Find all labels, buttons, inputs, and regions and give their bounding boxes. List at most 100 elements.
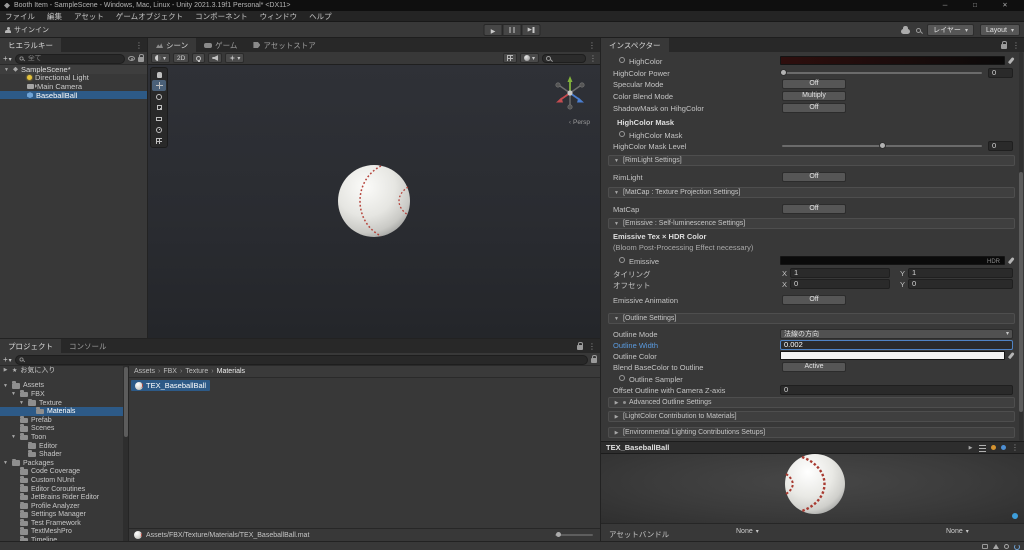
outline-section-foldout[interactable]: [Outline Settings] [608, 313, 1015, 324]
folder-row-custom-nunit[interactable]: Custom NUnit [0, 476, 123, 485]
baseball-object[interactable] [337, 164, 411, 238]
advanced-outline-foldout[interactable]: Advanced Outline Settings [608, 397, 1015, 408]
blend-basecolor-button[interactable]: Active [782, 361, 846, 372]
menu-component[interactable]: コンポーネント [195, 11, 248, 22]
tab-asset-store[interactable]: アセットストア [245, 38, 323, 52]
specular-mode-button[interactable]: Off [782, 78, 846, 89]
project-search-input[interactable] [14, 354, 588, 365]
offset-outline-field[interactable]: 0 [780, 384, 1013, 395]
lock-icon[interactable] [591, 355, 597, 363]
close-button[interactable]: ✕ [990, 0, 1020, 11]
expander-icon[interactable] [3, 65, 10, 74]
texture-picker-icon[interactable] [619, 257, 625, 263]
hierarchy-scene-row[interactable]: SampleScene* [0, 65, 147, 74]
effects-dropdown[interactable] [225, 53, 245, 63]
scene-lighting-button[interactable] [192, 53, 206, 63]
menu-edit[interactable]: 編集 [47, 11, 62, 22]
transform-tool-button[interactable] [152, 124, 166, 135]
lock-icon[interactable] [1001, 41, 1007, 49]
folder-row-toon[interactable]: Toon [0, 433, 123, 442]
tiling-y-field[interactable]: 1 [908, 267, 1013, 278]
scene-audio-button[interactable] [208, 53, 223, 63]
rimlight-section-foldout[interactable]: [RimLight Settings] [608, 155, 1015, 166]
folder-row-scenes[interactable]: Scenes [0, 424, 123, 434]
favorites-row[interactable]: お気に入り [0, 366, 123, 375]
asset-bundle-dropdown[interactable]: None [736, 528, 759, 535]
menu-icon[interactable] [1012, 41, 1020, 50]
projection-label[interactable]: Persp [569, 119, 590, 126]
folder-row-fbx[interactable]: FBX [0, 390, 123, 399]
expander-icon[interactable] [967, 443, 974, 452]
cloud-services-icon[interactable] [901, 26, 911, 34]
expander-icon[interactable] [2, 459, 9, 467]
folder-row-editor-coroutines[interactable]: Editor Coroutines [0, 484, 123, 494]
add-gameobject-button[interactable]: + [3, 54, 12, 63]
orientation-gizmo[interactable] [548, 71, 592, 115]
highcolor-swatch[interactable] [780, 56, 1005, 65]
expander-icon[interactable] [10, 433, 17, 441]
breadcrumb-materials[interactable]: Materials [217, 368, 245, 375]
menu-help[interactable]: ヘルプ [309, 11, 332, 22]
offset-y-field[interactable]: 0 [908, 278, 1013, 289]
scrollbar-thumb[interactable] [1019, 172, 1023, 412]
texture-picker-icon[interactable] [619, 131, 625, 137]
tab-project[interactable]: プロジェクト [0, 339, 61, 353]
preview-model-icon[interactable] [1001, 445, 1006, 450]
breadcrumb-assets[interactable]: Assets [134, 368, 155, 375]
folder-row-textmeshpro[interactable]: TextMeshPro [0, 527, 123, 537]
folder-row-code-coverage[interactable]: Code Coverage [0, 467, 123, 477]
folder-row-texture[interactable]: Texture [0, 398, 123, 408]
color-blend-mode-button[interactable]: Multiply [782, 90, 846, 101]
minimize-button[interactable]: ─ [930, 0, 960, 11]
scale-tool-button[interactable] [152, 102, 166, 113]
expander-icon[interactable] [2, 382, 9, 390]
outline-mode-dropdown[interactable]: 法線の方向 [780, 328, 1013, 339]
eyedropper-icon[interactable] [1008, 56, 1014, 66]
tab-game[interactable]: ゲーム [196, 38, 245, 52]
asset-item-tex-baseballball[interactable]: TEX_BaseballBall [131, 380, 211, 391]
matcap-button[interactable]: Off [782, 203, 846, 214]
create-asset-button[interactable]: + [3, 355, 12, 364]
tab-inspector[interactable]: インスペクター [601, 38, 669, 52]
expander-icon[interactable] [10, 390, 17, 398]
menu-icon[interactable] [1011, 443, 1019, 452]
menu-icon[interactable] [589, 54, 597, 63]
console-error-icon[interactable] [1004, 544, 1009, 549]
menu-assets[interactable]: アセット [74, 11, 104, 22]
outline-width-field[interactable]: 0.002 [780, 339, 1013, 350]
shading-mode-dropdown[interactable] [151, 53, 171, 63]
menu-icon[interactable] [135, 41, 143, 50]
preview-lighting-icon[interactable] [991, 445, 996, 450]
menu-icon[interactable] [588, 342, 596, 351]
console-warning-icon[interactable] [993, 544, 999, 549]
lightcolor-section-foldout[interactable]: [LightColor Contribution to Materials] [608, 411, 1015, 422]
search-icon[interactable] [916, 27, 922, 33]
value-field[interactable]: 0 [988, 140, 1013, 151]
tab-scene[interactable]: シーン [148, 38, 197, 52]
outline-color-swatch[interactable] [780, 351, 1005, 360]
rotate-tool-button[interactable] [152, 91, 166, 102]
hierarchy-search-input[interactable] [14, 53, 125, 64]
matcap-section-foldout[interactable]: [MatCap : Texture Projection Settings] [608, 187, 1015, 198]
hierarchy-item-directional-light[interactable]: Directional Light [0, 73, 147, 82]
slider-thumb[interactable] [780, 68, 787, 76]
hierarchy-item-baseballball[interactable]: BaseballBall [0, 91, 147, 100]
emissive-animation-button[interactable]: Off [782, 294, 846, 305]
maximize-button[interactable]: □ [960, 0, 990, 11]
folder-row-packages[interactable]: Packages [0, 458, 123, 468]
icon-size-slider[interactable] [555, 532, 593, 537]
asset-bundle-variant-dropdown[interactable]: None [946, 528, 969, 535]
step-button[interactable] [521, 24, 541, 36]
material-preview[interactable] [601, 454, 1024, 523]
expander-icon[interactable] [2, 366, 9, 374]
offset-x-field[interactable]: 0 [790, 278, 890, 289]
scene-visibility-icon[interactable] [128, 55, 135, 61]
eyedropper-icon[interactable] [1008, 256, 1014, 266]
rect-tool-button[interactable] [152, 113, 166, 124]
breadcrumb-fbx[interactable]: FBX [163, 368, 177, 375]
value-field[interactable]: 0 [988, 67, 1013, 78]
hierarchy-item-main-camera[interactable]: Main Camera [0, 82, 147, 91]
tab-hierarchy[interactable]: ヒエラルキー [0, 38, 61, 52]
inspector-scrollbar[interactable] [1019, 52, 1023, 441]
scene-picking-icon[interactable] [138, 54, 144, 62]
